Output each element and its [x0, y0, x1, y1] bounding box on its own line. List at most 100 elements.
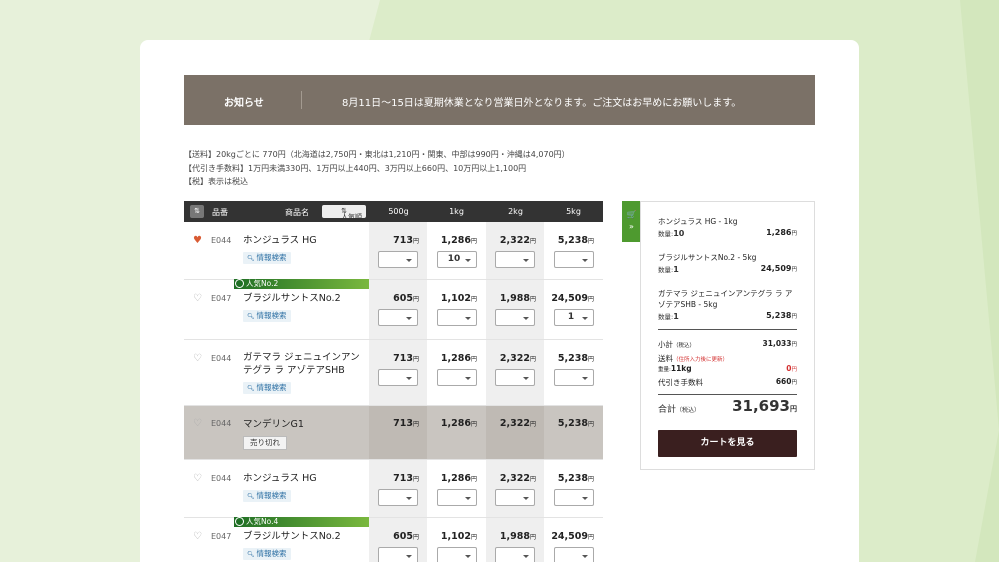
price-cell: 1,988円	[499, 531, 536, 542]
quantity-select[interactable]	[495, 251, 535, 268]
divider	[301, 91, 302, 109]
cart-item-price: 1,286円	[766, 228, 797, 237]
info-search-link[interactable]: 🔍︎ 情報検索	[243, 382, 291, 394]
favorite-heart-icon[interactable]: ♥	[193, 235, 202, 246]
quantity-select[interactable]	[378, 547, 418, 562]
table-row: ♡ E044 ガテマラ ジェニュインアン テグラ ラ アゾテアSHB 🔍︎ 情報検索 71…	[184, 340, 603, 406]
price-cell: 2,322円	[499, 473, 536, 484]
cart-toggle-tab[interactable]: 🛒 »	[622, 201, 641, 242]
cart-item-price: 5,238円	[766, 311, 797, 320]
price-cell: 713円	[393, 235, 419, 246]
cart-item-qty: 数量:1	[658, 312, 679, 321]
quantity-select[interactable]	[437, 489, 477, 506]
price-cell: 2,322円	[499, 235, 536, 246]
product-code: E047	[211, 294, 232, 303]
total-row: 合計（税込） 31,693円	[658, 397, 797, 415]
search-icon: 🔍︎	[247, 551, 257, 558]
quantity-select[interactable]	[554, 369, 594, 386]
notice-message: 8月11日〜15日は夏期休業となり営業日外となります。ご注文はお早めにお願いしま…	[342, 98, 742, 109]
quantity-select[interactable]	[437, 309, 477, 326]
quantity-select[interactable]	[495, 547, 535, 562]
price-cell: 5,238円	[557, 473, 594, 484]
product-name-line: マンデリンG1	[243, 419, 304, 430]
header-name[interactable]: 商品名	[285, 207, 309, 218]
info-line: 【税】表示は税込	[184, 177, 248, 186]
price-cell: 5,238円	[557, 418, 594, 429]
subtotal-row: 小計（税込） 31,033円	[658, 339, 797, 349]
price-cell: 2,322円	[499, 353, 536, 364]
info-search-link[interactable]: 🔍︎ 情報検索	[243, 252, 291, 264]
product-name: ブラジルサントスNo.2	[243, 530, 341, 543]
quantity-select[interactable]	[437, 369, 477, 386]
column-shade	[369, 406, 427, 459]
price-cell: 2,322円	[499, 418, 536, 429]
product-code: E044	[211, 354, 232, 363]
notice-bar: お知らせ 8月11日〜15日は夏期休業となり営業日外となります。ご注文はお早めに…	[184, 75, 815, 125]
cart-item: ブラジルサントスNo.2 - 5kg 数量:1 24,509円	[658, 252, 797, 274]
quantity-select[interactable]: 10	[437, 251, 477, 268]
quantity-select[interactable]	[378, 489, 418, 506]
total-amount: 31,693円	[732, 397, 797, 415]
cart-item: ガテマラ ジェニュインアンテグラ ラ アゾテアSHB - 5kg 数量:1 5,…	[658, 288, 797, 321]
product-name-line: ホンジュラス HG	[243, 235, 317, 246]
shipping-row: 送料（住所入力後に更新）	[658, 354, 729, 363]
quantity-select[interactable]	[554, 547, 594, 562]
cart-item: ホンジュラス HG - 1kg 数量:10 1,286円	[658, 216, 797, 238]
quantity-select[interactable]	[378, 309, 418, 326]
cart-item-name: ブラジルサントスNo.2 - 5kg	[658, 253, 757, 262]
favorite-heart-icon[interactable]: ♡	[193, 293, 202, 304]
price-cell: 1,102円	[440, 293, 477, 304]
divider	[658, 394, 797, 395]
product-name-line: ブラジルサントスNo.2	[243, 531, 341, 542]
cart-item-name: ホンジュラス HG - 1kg	[658, 217, 738, 226]
sold-out-label: 売り切れ	[243, 436, 287, 450]
quantity-select[interactable]	[437, 547, 477, 562]
quantity-select[interactable]	[378, 251, 418, 268]
quantity-select[interactable]	[554, 251, 594, 268]
price-cell: 713円	[393, 353, 419, 364]
cart-item-qty: 数量:1	[658, 265, 679, 274]
header-size: 2kg	[508, 207, 523, 216]
table-row: ♡ E047 ブラジルサントスNo.2 🔍︎ 情報検索 人気No.2 605円 1,102円…	[184, 279, 603, 340]
table-row: ♡ E044 ホンジュラス HG 🔍︎ 情報検索 713円 1,286円 2,322円 5,2…	[184, 460, 603, 518]
product-code: E044	[211, 474, 232, 483]
popularity-sort-button[interactable]: 人気順 ⇅	[322, 205, 366, 221]
shipping-info: 【送料】20kgごとに 770円（北海道は2,750円・東北は1,210円・関東…	[184, 148, 570, 189]
favorite-heart-icon[interactable]: ♡	[193, 353, 202, 364]
header-size: 1kg	[449, 207, 464, 216]
favorite-heart-icon[interactable]: ♡	[193, 531, 202, 542]
table-row: ♡ E047 ブラジルサントスNo.2 🔍︎ 情報検索 人気No.4 605円 1,102円…	[184, 517, 603, 562]
quantity-select[interactable]	[495, 309, 535, 326]
product-table: ♥ E044 ホンジュラス HG 🔍︎ 情報検索 713円 1,286円 10 2,322円 5…	[184, 222, 603, 562]
price-cell: 1,286円	[440, 418, 477, 429]
price-cell: 24,509円	[551, 293, 594, 304]
product-code: E044	[211, 236, 232, 245]
quantity-select[interactable]	[495, 369, 535, 386]
quantity-select[interactable]	[378, 369, 418, 386]
header-size: 5kg	[566, 207, 581, 216]
column-shade	[486, 406, 544, 459]
quantity-select[interactable]: 1	[554, 309, 594, 326]
quantity-select[interactable]	[495, 489, 535, 506]
cart-icon: 🛒	[626, 210, 637, 219]
sort-icon[interactable]: ⇅	[190, 205, 204, 218]
table-header: ⇅ 品番 商品名 人気順 ⇅ 500g 1kg 2kg 5kg	[184, 201, 603, 222]
price-cell: 1,286円	[440, 353, 477, 364]
view-cart-button[interactable]: カートを見る	[658, 430, 797, 457]
info-line: 【代引き手数料】1万円未満330円、1万円以上440円、3万円以上660円、10…	[184, 163, 527, 173]
info-search-link[interactable]: 🔍︎ 情報検索	[243, 548, 291, 560]
favorite-heart-icon[interactable]: ♡	[193, 418, 202, 429]
search-icon: 🔍︎	[247, 255, 257, 262]
product-name-line: ブラジルサントスNo.2	[243, 293, 341, 304]
cod-fee-row: 代引き手数料 660円	[658, 377, 797, 387]
price-cell: 713円	[393, 473, 419, 484]
popularity-badge: 人気No.2	[234, 279, 369, 289]
price-cell: 5,238円	[557, 353, 594, 364]
favorite-heart-icon[interactable]: ♡	[193, 473, 202, 484]
badge-icon	[235, 279, 244, 288]
cart-item-qty: 数量:10	[658, 229, 685, 238]
quantity-select[interactable]	[554, 489, 594, 506]
product-name-line: テグラ ラ アゾテアSHB	[243, 365, 345, 376]
info-search-link[interactable]: 🔍︎ 情報検索	[243, 310, 291, 322]
info-search-link[interactable]: 🔍︎ 情報検索	[243, 490, 291, 502]
